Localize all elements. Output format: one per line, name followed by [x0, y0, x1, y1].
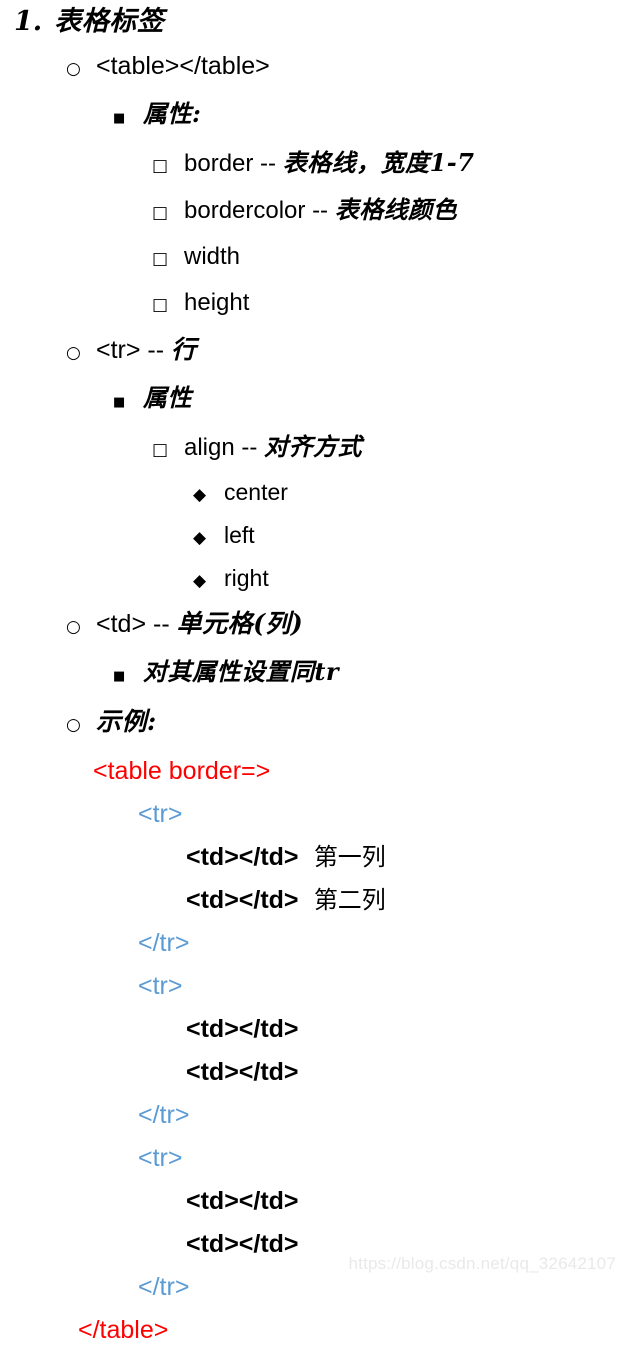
outline-label-cn: 表格线，宽度1-7	[282, 148, 475, 177]
outline-item-bordercolor: □ bordercolor -- 表格线颜色	[152, 188, 618, 235]
outline-label: 示例:	[96, 707, 157, 736]
code-line-td: <td></td> 第一列	[186, 836, 618, 879]
code-td-tag: <td></td>	[186, 886, 299, 914]
code-line-tr-close: </tr>	[138, 1101, 190, 1129]
outline-item-align: □ align -- 对齐方式	[152, 425, 618, 472]
code-line-td: <td></td>	[186, 1058, 299, 1086]
circle-bullet-icon: ○	[66, 715, 81, 735]
outline-item-tr-tag: ○ <tr> -- 行	[66, 327, 618, 376]
outline-item-attributes-2: ■ 属性	[113, 376, 618, 425]
diamond-bullet-icon: ◆	[193, 528, 207, 548]
outline-label-latin: align --	[184, 434, 265, 461]
code-line-td: <td></td>	[186, 1015, 299, 1043]
outline-label: 属性:	[143, 99, 202, 128]
code-line-tr-open: <tr>	[138, 972, 183, 1000]
code-line-td: <td></td>	[186, 1187, 299, 1215]
hollow-square-bullet-icon: □	[152, 156, 169, 176]
code-line-table-close: </table>	[78, 1316, 169, 1344]
code-line-tr-open: <tr>	[138, 1144, 183, 1172]
outline-label: 属性	[143, 383, 192, 412]
outline-label: right	[224, 565, 269, 591]
code-line-tr-open: <tr>	[138, 800, 183, 828]
outline-item-border: □ border -- 表格线，宽度1-7	[152, 141, 618, 188]
outline-label: width	[184, 243, 241, 270]
outline-item-same-as-tr: ■ 对其属性设置同tr	[113, 650, 618, 699]
outline-label: center	[224, 479, 288, 505]
outline-item-attributes-1: ■ 属性:	[113, 92, 618, 141]
heading-text: 表格标签	[54, 6, 165, 37]
code-td-annotation-text: 第二列	[313, 886, 386, 914]
outline-label: 对其属性设置同tr	[143, 657, 340, 686]
outline-label-latin: <tr> --	[96, 336, 172, 364]
circle-bullet-icon: ○	[66, 59, 81, 79]
outline-label-latin: <td> --	[96, 610, 177, 638]
circle-bullet-icon: ○	[66, 617, 81, 637]
outline-item-width: □ width	[152, 235, 618, 281]
hollow-square-bullet-icon: □	[152, 295, 169, 315]
code-td-annotation: 第二列	[299, 886, 386, 914]
watermark: https://blog.csdn.net/qq_32642107	[348, 1254, 616, 1273]
outline-item-level1: 1. 表格标签	[14, 0, 618, 44]
outline-item-height: □ height	[152, 281, 618, 327]
square-bullet-icon: ■	[113, 669, 126, 684]
outline-label-latin: border --	[184, 150, 283, 177]
outline-item-right: ◆ right	[193, 558, 618, 601]
outline-label: <table></table>	[96, 52, 270, 80]
code-line-table-open: <table border=>	[93, 757, 271, 785]
outline-label: left	[224, 522, 255, 548]
code-td-tag: <td></td>	[186, 843, 299, 871]
outline-label-cn: 行	[171, 335, 197, 364]
code-line-tr-close: </tr>	[138, 929, 190, 957]
outline-label-cn: 单元格(列)	[176, 609, 304, 638]
circle-bullet-icon: ○	[66, 343, 81, 363]
outline-item-table-tag: ○ <table></table>	[66, 44, 618, 92]
outline-label-cn: 对齐方式	[264, 432, 362, 461]
outline-label: height	[184, 289, 250, 316]
code-line-td: <td></td> 第二列	[186, 879, 618, 922]
outline-item-example: ○ 示例:	[66, 699, 618, 748]
outline-item-td-tag: ○ <td> -- 单元格(列)	[66, 601, 618, 650]
hollow-square-bullet-icon: □	[152, 203, 169, 223]
outline-label-cn: 表格线颜色	[334, 195, 458, 224]
outline-label-latin: bordercolor --	[184, 197, 335, 224]
diamond-bullet-icon: ◆	[193, 571, 207, 591]
square-bullet-icon: ■	[113, 395, 126, 410]
outline-item-left: ◆ left	[193, 515, 618, 558]
outline-item-center: ◆ center	[193, 472, 618, 515]
square-bullet-icon: ■	[113, 111, 126, 126]
list-number-marker: 1.	[14, 6, 43, 37]
slide-content: 1. 表格标签 ○ <table></table> ■ 属性: □ border…	[0, 0, 618, 1352]
diamond-bullet-icon: ◆	[193, 485, 207, 505]
code-td-annotation: 第一列	[299, 843, 386, 871]
hollow-square-bullet-icon: □	[152, 440, 169, 460]
code-td-annotation-text: 第一列	[313, 843, 386, 871]
hollow-square-bullet-icon: □	[152, 249, 169, 269]
